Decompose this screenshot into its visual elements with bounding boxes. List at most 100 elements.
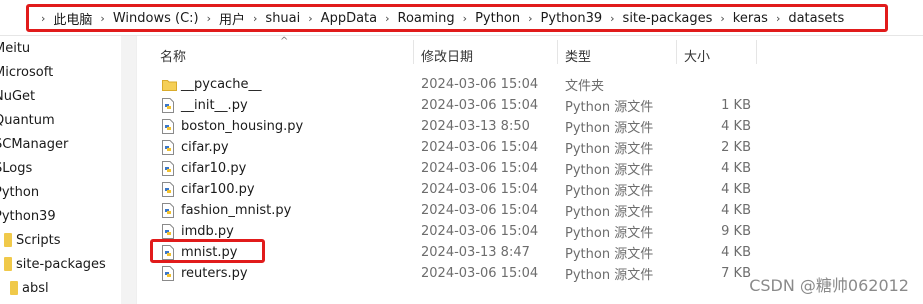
chevron-right-icon[interactable]: › — [245, 12, 265, 25]
chevron-right-icon[interactable]: › — [33, 12, 53, 25]
nav-item[interactable]: absl — [10, 277, 49, 299]
breadcrumb-item[interactable]: shuai — [265, 11, 300, 26]
nav-scrollbar[interactable] — [121, 36, 136, 304]
file-type: Python 源文件 — [565, 205, 654, 220]
file-row[interactable]: cifar10.py 2024-03-06 15:04 Python 源文件 4 KB — [150, 158, 770, 179]
column-divider[interactable] — [413, 40, 414, 64]
nav-item[interactable]: SCManager — [0, 133, 68, 155]
breadcrumb-item[interactable]: site-packages — [623, 11, 713, 26]
nav-item-label: Quantum — [0, 112, 55, 128]
nav-item[interactable]: Python — [0, 181, 39, 203]
file-name-cell: cifar10.py — [162, 161, 246, 176]
file-name: cifar100.py — [181, 182, 255, 197]
chevron-right-icon[interactable]: › — [602, 12, 622, 25]
file-row[interactable]: __init__.py 2024-03-06 15:04 Python 源文件 1 K… — [150, 95, 770, 116]
nav-item-label: SCManager — [0, 136, 69, 152]
nav-item-label: SLogs — [0, 160, 33, 176]
file-name-cell: cifar100.py — [162, 182, 255, 197]
column-divider[interactable] — [756, 40, 757, 64]
column-header-type[interactable]: 类型 — [565, 46, 591, 65]
breadcrumb-item[interactable]: keras — [733, 11, 768, 26]
file-date: 2024-03-13 8:47 — [421, 245, 530, 260]
file-row[interactable]: fashion_mnist.py 2024-03-06 15:04 Python 源… — [150, 200, 770, 221]
file-name-cell: reuters.py — [162, 266, 248, 281]
file-name: boston_housing.py — [181, 119, 304, 134]
python-file-icon — [162, 182, 174, 197]
file-row[interactable]: cifar.py 2024-03-06 15:04 Python 源文件 2 KB — [150, 137, 770, 158]
column-header-size[interactable]: 大小 — [684, 46, 710, 65]
file-row[interactable]: reuters.py 2024-03-06 15:04 Python 源文件 7 KB — [150, 263, 770, 284]
chevron-right-icon[interactable]: › — [455, 12, 475, 25]
file-size: 4 KB — [721, 119, 751, 134]
breadcrumb-item[interactable]: Roaming — [398, 11, 455, 26]
file-type: Python 源文件 — [565, 100, 654, 115]
chevron-right-icon[interactable]: › — [377, 12, 397, 25]
chevron-right-icon[interactable]: › — [300, 12, 320, 25]
file-size: 4 KB — [721, 203, 751, 218]
chevron-right-icon[interactable]: › — [199, 12, 219, 25]
breadcrumb-item[interactable]: 此电脑 — [53, 9, 92, 28]
nav-item-label: Scripts — [16, 232, 61, 248]
python-file-icon — [162, 119, 174, 134]
nav-item[interactable]: Meitu — [0, 37, 30, 59]
file-name-cell: imdb.py — [162, 224, 234, 239]
breadcrumb-item[interactable]: 用户 — [219, 9, 245, 28]
nav-item[interactable]: site-packages — [4, 253, 106, 275]
nav-item-label: NuGet — [0, 88, 36, 104]
file-name: reuters.py — [181, 266, 248, 281]
file-size: 2 KB — [721, 140, 751, 155]
chevron-right-icon[interactable]: › — [712, 12, 732, 25]
file-name-cell: fashion_mnist.py — [162, 203, 291, 218]
file-type: Python 源文件 — [565, 268, 654, 283]
chevron-right-icon[interactable]: › — [768, 12, 788, 25]
nav-item[interactable]: Python39 — [0, 205, 56, 227]
file-type: Python 源文件 — [565, 121, 654, 136]
folder-icon — [10, 281, 18, 295]
folder-icon — [4, 233, 12, 247]
file-size: 4 KB — [721, 182, 751, 197]
nav-item[interactable]: Microsoft — [0, 61, 53, 83]
python-file-icon — [162, 203, 174, 218]
file-size: 9 KB — [721, 224, 751, 239]
file-type: Python 源文件 — [565, 163, 654, 178]
file-date: 2024-03-06 15:04 — [421, 98, 539, 113]
python-file-icon — [162, 98, 174, 113]
column-header-date[interactable]: 修改日期 — [421, 46, 473, 65]
file-name: __init__.py — [181, 98, 248, 113]
file-name-cell: __init__.py — [162, 98, 248, 113]
column-header-name[interactable]: 名称 — [160, 46, 186, 65]
column-divider[interactable] — [557, 40, 558, 64]
breadcrumb-item[interactable]: datasets — [788, 11, 844, 26]
nav-item[interactable]: NuGet — [0, 85, 35, 107]
file-name: __pycache__ — [181, 77, 262, 92]
file-type: 文件夹 — [565, 79, 605, 94]
chevron-right-icon[interactable]: › — [92, 12, 112, 25]
file-date: 2024-03-06 15:04 — [421, 77, 539, 92]
python-file-icon — [162, 161, 174, 176]
nav-item[interactable]: SLogs — [0, 157, 32, 179]
breadcrumb-item[interactable]: Python — [475, 11, 520, 26]
breadcrumb-item[interactable]: Python39 — [541, 11, 603, 26]
file-row[interactable]: cifar100.py 2024-03-06 15:04 Python 源文件 4 K… — [150, 179, 770, 200]
file-type: Python 源文件 — [565, 184, 654, 199]
file-size: 4 KB — [721, 245, 751, 260]
nav-item[interactable]: Quantum — [0, 109, 55, 131]
file-name: cifar.py — [181, 140, 229, 155]
file-date: 2024-03-06 15:04 — [421, 161, 539, 176]
breadcrumb-item[interactable]: Windows (C:) — [113, 11, 199, 26]
file-name-cell: __pycache__ — [162, 77, 261, 92]
file-row[interactable]: boston_housing.py 2024-03-13 8:50 Python 源… — [150, 116, 770, 137]
chevron-right-icon[interactable]: › — [520, 12, 540, 25]
sort-ascending-icon: ^ — [280, 36, 289, 47]
nav-item[interactable]: Scripts — [4, 229, 60, 251]
folder-icon — [162, 80, 177, 91]
address-field[interactable]: › 此电脑 › Windows (C:) › 用户 › shuai › AppData › Roami… — [26, 4, 888, 32]
breadcrumb-item[interactable]: AppData — [321, 11, 377, 26]
nav-item-label: site-packages — [16, 256, 106, 272]
file-size: 7 KB — [721, 266, 751, 281]
file-row[interactable]: __pycache__ 2024-03-06 15:04 文件夹 — [150, 74, 770, 95]
column-divider[interactable] — [676, 40, 677, 64]
file-name: cifar10.py — [181, 161, 247, 176]
file-type: Python 源文件 — [565, 142, 654, 157]
file-name-cell: boston_housing.py — [162, 119, 303, 134]
